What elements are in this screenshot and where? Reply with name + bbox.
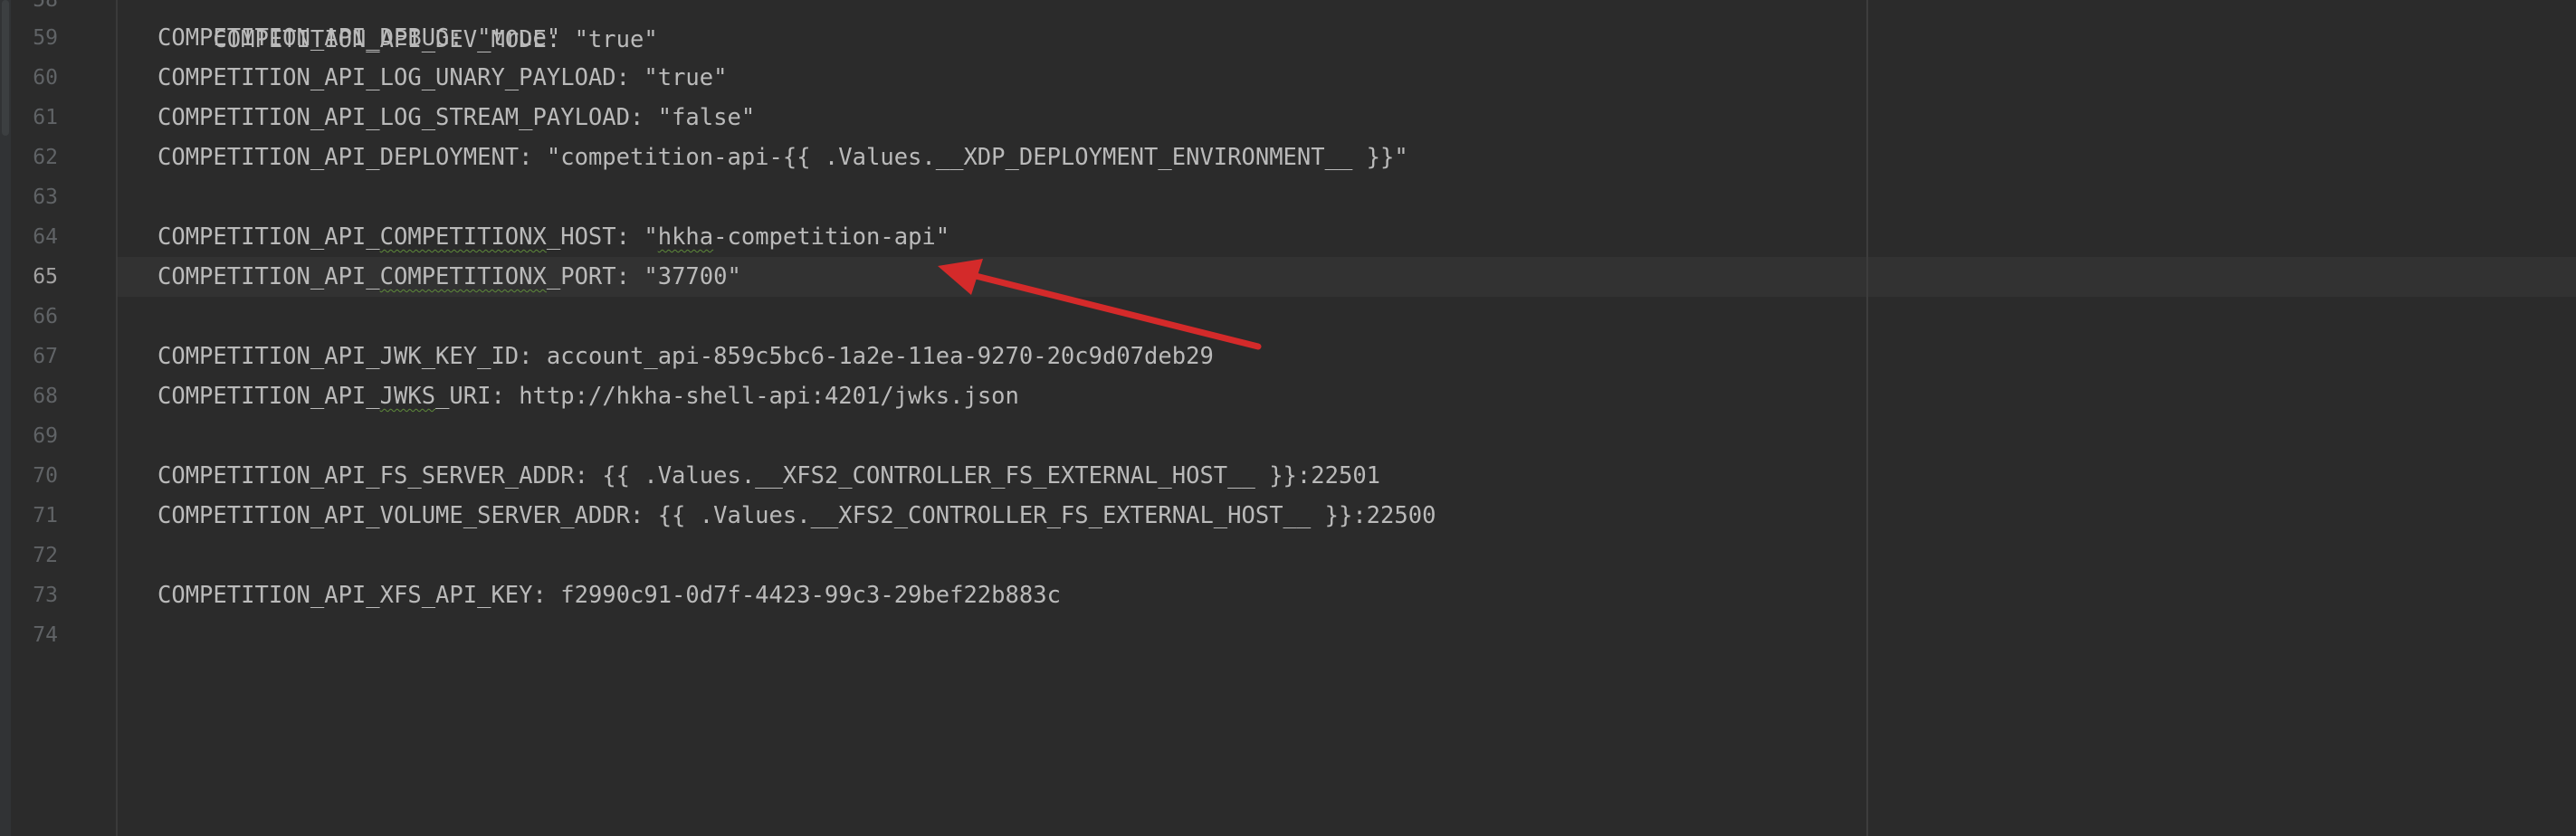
arrow-shaft [972,272,1262,350]
arrow-head [938,259,983,295]
code-editor[interactable]: 58 COMPETITION_API_DEV_MODE: "true" 59 C… [0,0,2576,836]
annotation-arrow [938,259,1262,350]
